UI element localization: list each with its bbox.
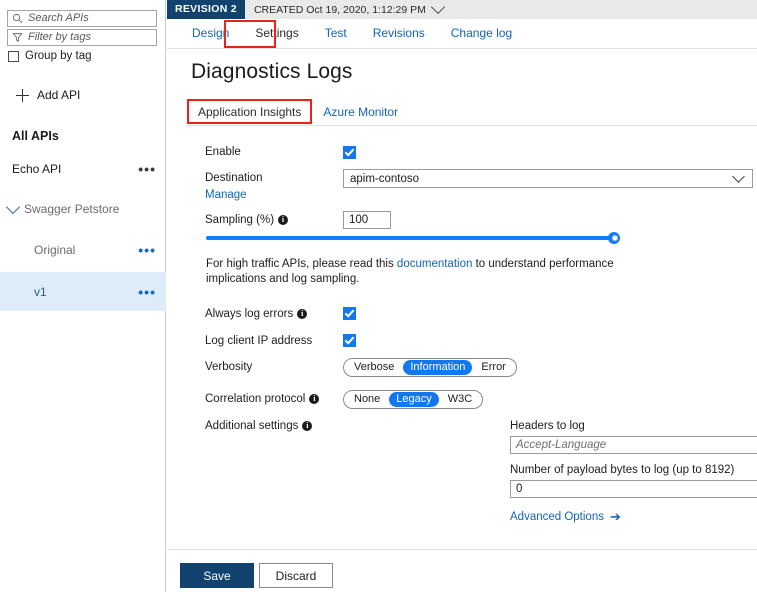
destination-label: Destination: [205, 172, 263, 184]
tab-test[interactable]: Test: [312, 19, 360, 48]
chevron-down-icon[interactable]: [430, 0, 445, 15]
filter-icon: [12, 33, 23, 43]
sidebar-item-v1[interactable]: v1 •••: [0, 272, 166, 311]
info-icon[interactable]: i: [309, 394, 320, 404]
group-by-tag-checkbox-row[interactable]: Group by tag: [8, 50, 91, 62]
top-tab-bar: Design Settings Test Revisions Change lo…: [167, 19, 757, 49]
help-text-before: For high traffic APIs, please read this: [206, 258, 397, 270]
manage-link[interactable]: Manage: [205, 189, 247, 201]
advanced-options-link[interactable]: Advanced Options ➔: [510, 510, 621, 523]
verbosity-segmented-control[interactable]: Verbose Information Error: [343, 358, 517, 377]
correlation-protocol-label: Correlation protocol i: [205, 393, 320, 405]
verbosity-option-verbose[interactable]: Verbose: [347, 360, 401, 375]
correlation-option-legacy[interactable]: Legacy: [389, 392, 439, 407]
advanced-options-label: Advanced Options: [510, 510, 604, 523]
additional-settings-label: Additional settings i: [205, 420, 313, 432]
verbosity-option-error[interactable]: Error: [474, 360, 512, 375]
info-icon[interactable]: i: [302, 421, 313, 431]
api-management-diagnostics-logs-screen: Search APIs Filter by tags Group by tag …: [0, 0, 757, 592]
payload-bytes-input[interactable]: 0: [510, 480, 757, 498]
tab-application-insights[interactable]: Application Insights: [187, 100, 312, 125]
discard-button[interactable]: Discard: [259, 563, 333, 588]
search-icon: [12, 13, 23, 24]
api-sidebar: Search APIs Filter by tags Group by tag …: [0, 0, 166, 592]
info-icon[interactable]: i: [278, 215, 289, 225]
sub-tab-divider: [187, 125, 757, 126]
sidebar-item-label: Echo API: [12, 162, 62, 176]
sidebar-item-label: Original: [34, 243, 76, 257]
chevron-down-icon: [732, 169, 745, 183]
tab-revisions[interactable]: Revisions: [360, 19, 438, 48]
sidebar-item-original[interactable]: Original •••: [0, 233, 166, 267]
headers-to-log-placeholder: Accept-Language: [516, 439, 607, 451]
additional-settings-label-text: Additional settings: [205, 420, 299, 432]
slider-endcap: [612, 235, 618, 241]
filter-by-tags-placeholder: Filter by tags: [28, 31, 91, 43]
correlation-protocol-segmented-control[interactable]: None Legacy W3C: [343, 390, 484, 409]
headers-to-log-label: Headers to log: [510, 420, 585, 432]
add-api-label: Add API: [37, 88, 81, 102]
log-client-ip-checkbox[interactable]: [343, 334, 356, 347]
enable-label: Enable: [205, 146, 241, 158]
arrow-right-icon: ➔: [609, 509, 621, 524]
payload-bytes-value: 0: [516, 483, 523, 495]
footer-divider: [167, 549, 757, 550]
chevron-down-icon[interactable]: [5, 199, 21, 215]
info-icon[interactable]: i: [297, 309, 308, 319]
always-log-errors-label: Always log errors i: [205, 308, 308, 320]
revision-bar: REVISION 2 CREATED Oct 19, 2020, 1:12:29…: [167, 0, 757, 19]
main-content: REVISION 2 CREATED Oct 19, 2020, 1:12:29…: [167, 0, 757, 592]
revision-badge: REVISION 2: [167, 0, 245, 19]
context-menu-icon[interactable]: •••: [138, 243, 156, 257]
page-title: Diagnostics Logs: [191, 60, 353, 83]
destination-value: apim-contoso: [350, 172, 420, 185]
headers-to-log-input[interactable]: Accept-Language: [510, 436, 757, 454]
documentation-link[interactable]: documentation: [397, 258, 472, 270]
sampling-help-text: For high traffic APIs, please read this …: [206, 257, 626, 287]
slider-fill: [206, 236, 614, 240]
correlation-option-w3c[interactable]: W3C: [441, 392, 479, 407]
sidebar-item-label: v1: [34, 284, 47, 299]
tab-design[interactable]: Design: [179, 19, 242, 48]
verbosity-option-information[interactable]: Information: [403, 360, 473, 375]
sampling-value: 100: [349, 214, 369, 226]
tab-settings[interactable]: Settings: [242, 19, 311, 48]
add-api-button[interactable]: Add API: [16, 88, 80, 102]
sub-tab-bar: Application Insights Azure Monitor: [187, 99, 757, 125]
save-button[interactable]: Save: [180, 563, 254, 588]
payload-bytes-label: Number of payload bytes to log (up to 81…: [510, 464, 735, 476]
sampling-label: Sampling (%) i: [205, 214, 289, 226]
context-menu-icon[interactable]: •••: [138, 285, 156, 299]
always-log-errors-label-text: Always log errors: [205, 308, 294, 320]
sidebar-item-label: All APIs: [12, 129, 59, 143]
sidebar-item-swagger-petstore[interactable]: Swagger Petstore: [0, 192, 166, 226]
search-apis-placeholder: Search APIs: [28, 12, 89, 24]
filter-by-tags-input[interactable]: Filter by tags: [7, 29, 157, 46]
correlation-option-none[interactable]: None: [347, 392, 387, 407]
search-apis-input[interactable]: Search APIs: [7, 10, 157, 27]
sidebar-item-echo-api[interactable]: Echo API •••: [0, 152, 166, 186]
plus-icon: [16, 88, 29, 102]
group-by-tag-checkbox[interactable]: [8, 50, 19, 62]
sampling-input[interactable]: 100: [343, 211, 391, 229]
verbosity-label: Verbosity: [205, 361, 253, 373]
always-log-errors-checkbox[interactable]: [343, 307, 356, 320]
sampling-label-text: Sampling (%): [205, 214, 275, 226]
destination-select[interactable]: apim-contoso: [343, 169, 753, 188]
correlation-protocol-label-text: Correlation protocol: [205, 393, 306, 405]
sidebar-item-label: Swagger Petstore: [24, 202, 120, 216]
tab-azure-monitor[interactable]: Azure Monitor: [312, 100, 409, 125]
revision-created-text: CREATED Oct 19, 2020, 1:12:29 PM: [253, 3, 426, 16]
tab-change-log[interactable]: Change log: [438, 19, 525, 48]
log-client-ip-label: Log client IP address: [205, 335, 313, 347]
sampling-slider[interactable]: [206, 231, 620, 245]
context-menu-icon[interactable]: •••: [138, 162, 156, 176]
enable-checkbox[interactable]: [343, 146, 356, 159]
sidebar-item-all-apis[interactable]: All APIs: [0, 119, 166, 153]
group-by-tag-label: Group by tag: [25, 50, 92, 62]
